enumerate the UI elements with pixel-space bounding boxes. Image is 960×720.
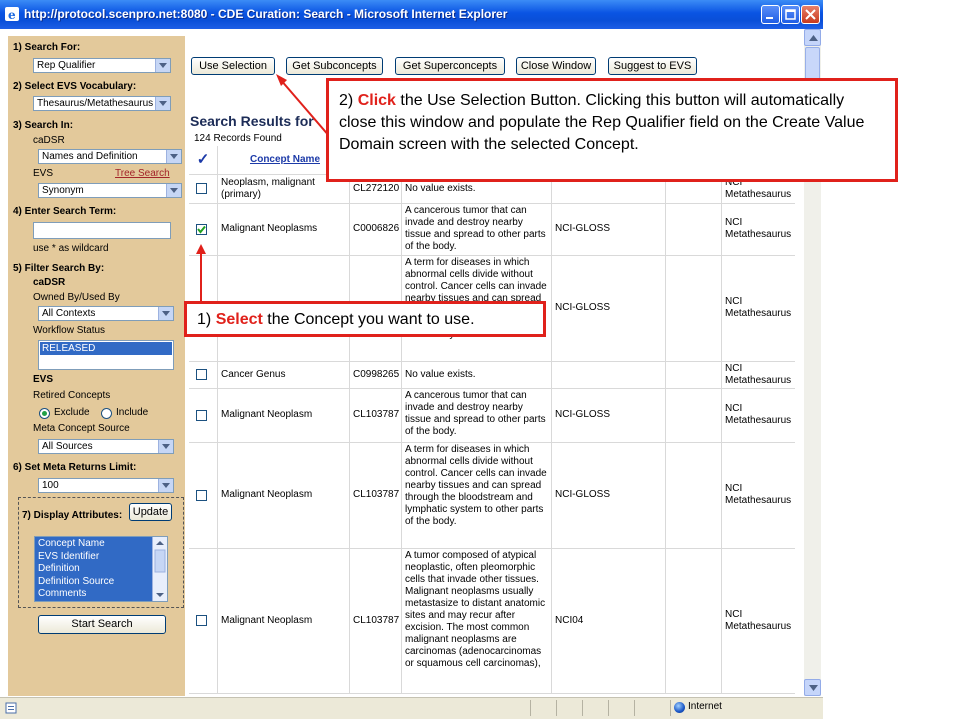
callout-arrow-2 <box>279 78 331 138</box>
callout-step-2: 2) Click the Use Selection Button. Click… <box>326 78 898 182</box>
callout-1-emphasis: Select <box>215 311 263 328</box>
callout-2-text: the Use Selection Button. Clicking this … <box>339 92 865 153</box>
callout-1-text: the Concept you want to use. <box>262 311 475 328</box>
callout-step-1: 1) Select the Concept you want to use. <box>184 301 546 337</box>
callout-2-number: 2) <box>339 92 354 109</box>
arrowhead-icon <box>196 244 206 254</box>
callout-1-number: 1) <box>197 311 212 328</box>
callout-2-emphasis: Click <box>357 92 396 109</box>
